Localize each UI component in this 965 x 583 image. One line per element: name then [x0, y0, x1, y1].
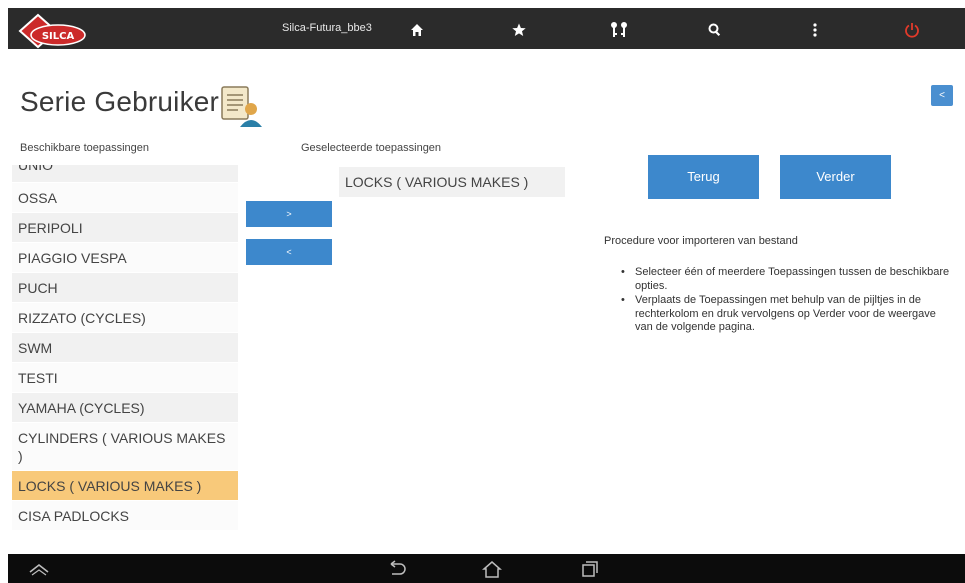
list-item[interactable]: UNIO: [12, 165, 238, 183]
top-bar: SILCA Silca-Futura_bbe3: [8, 8, 965, 49]
list-item[interactable]: OSSA: [12, 183, 238, 213]
list-item[interactable]: PIAGGIO VESPA: [12, 243, 238, 273]
available-header: Beschikbare toepassingen: [20, 142, 150, 154]
available-list[interactable]: UNIO OSSA PERIPOLI PIAGGIO VESPA PUCH RI…: [12, 165, 240, 537]
list-item[interactable]: PERIPOLI: [12, 213, 238, 243]
device-name: Silca-Futura_bbe3: [282, 22, 372, 34]
user-document-icon: [221, 86, 262, 127]
list-item[interactable]: CISA PADLOCKS: [12, 501, 238, 531]
more-icon[interactable]: [804, 19, 826, 41]
list-item-selected[interactable]: LOCKS ( VARIOUS MAKES ): [12, 471, 238, 501]
search-icon[interactable]: [704, 19, 726, 41]
logo-text: SILCA: [42, 31, 75, 42]
next-button[interactable]: Verder: [780, 155, 891, 199]
back-button[interactable]: Terug: [648, 155, 759, 199]
power-icon[interactable]: [901, 19, 923, 41]
home-icon[interactable]: [406, 19, 428, 41]
recent-apps-icon[interactable]: [577, 557, 603, 581]
star-icon[interactable]: [508, 19, 530, 41]
collapse-button[interactable]: <: [931, 85, 953, 106]
procedure-step: Verplaats de Toepassingen met behulp van…: [621, 294, 951, 335]
list-item[interactable]: CYLINDERS ( VARIOUS MAKES ): [12, 423, 238, 471]
add-to-selected-button[interactable]: >: [246, 201, 332, 227]
back-icon[interactable]: [383, 557, 409, 581]
selected-header: Geselecteerde toepassingen: [301, 142, 442, 154]
system-nav-bar: [8, 554, 965, 583]
list-item[interactable]: TESTI: [12, 363, 238, 393]
list-item[interactable]: RIZZATO (CYCLES): [12, 303, 238, 333]
list-item[interactable]: PUCH: [12, 273, 238, 303]
silca-logo: SILCA: [18, 13, 86, 49]
chevron-up-icon[interactable]: [26, 557, 52, 581]
procedure-title: Procedure voor importeren van bestand: [604, 235, 798, 247]
remove-from-selected-button[interactable]: <: [246, 239, 332, 265]
list-item[interactable]: SWM: [12, 333, 238, 363]
home-outline-icon[interactable]: [479, 557, 505, 581]
procedure-step: Selecteer één of meerdere Toepassingen t…: [621, 266, 951, 293]
procedure-steps: Selecteer één of meerdere Toepassingen t…: [621, 266, 951, 336]
keys-icon[interactable]: [608, 19, 630, 41]
selected-list-item[interactable]: LOCKS ( VARIOUS MAKES ): [339, 167, 565, 197]
list-item[interactable]: YAMAHA (CYCLES): [12, 393, 238, 423]
page-title: Serie Gebruiker: [20, 86, 220, 117]
